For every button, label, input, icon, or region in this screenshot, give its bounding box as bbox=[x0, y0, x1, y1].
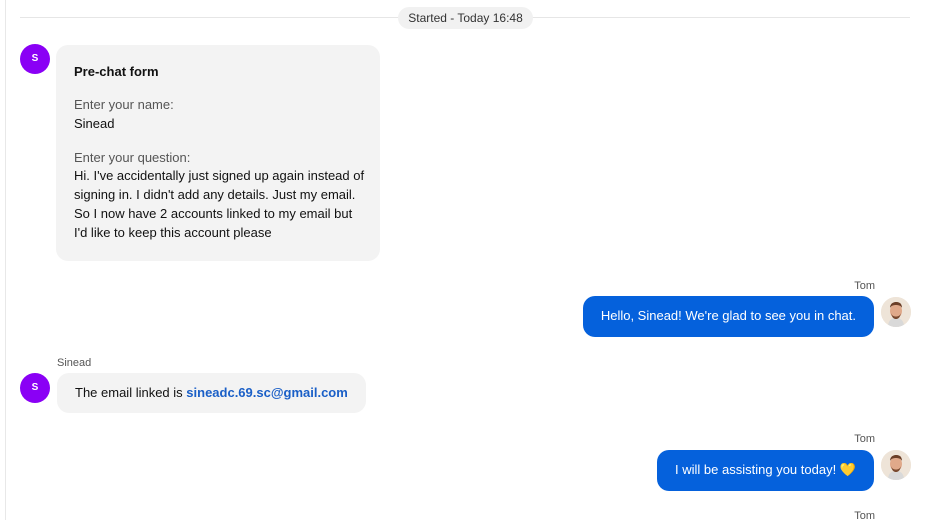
prechat-title: Pre-chat form bbox=[74, 64, 159, 79]
agent-message-bubble[interactable]: Hello, Sinead! We're glad to see you in … bbox=[582, 296, 874, 337]
agent-message-bubble[interactable]: I will be assisting you today! 💛 bbox=[657, 450, 874, 491]
message-sender: Tom bbox=[854, 510, 875, 522]
panel-border bbox=[5, 0, 6, 520]
session-started-label: Started - Today 16:48 bbox=[398, 7, 533, 29]
email-link[interactable]: sineadc.69.sc@gmail.com bbox=[186, 385, 348, 400]
visitor-message-bubble: The email linked is sineadc.69.sc@gmail.… bbox=[57, 373, 366, 413]
message-text: Hello, Sinead! We're glad to see you in … bbox=[600, 308, 856, 323]
name-value: Sinead bbox=[74, 116, 115, 131]
visitor-avatar: S bbox=[20, 44, 50, 74]
message-sender: Tom bbox=[854, 280, 875, 292]
prechat-form-bubble: Pre-chat form Enter your name: Sinead En… bbox=[56, 45, 380, 261]
question-value: Hi. I've accidentally just signed up aga… bbox=[74, 168, 365, 240]
message-sender: Tom bbox=[854, 433, 875, 445]
heart-emoji-icon: 💛 bbox=[839, 462, 856, 477]
agent-avatar bbox=[881, 450, 911, 480]
name-label: Enter your name: bbox=[74, 97, 174, 112]
visitor-avatar: S bbox=[20, 373, 50, 403]
message-text: The email linked is bbox=[75, 385, 187, 400]
message-sender: Sinead bbox=[57, 357, 92, 369]
question-label: Enter your question: bbox=[74, 150, 191, 165]
agent-avatar bbox=[881, 297, 911, 327]
session-divider: Started - Today 16:48 bbox=[20, 0, 910, 34]
agent-photo-icon bbox=[881, 297, 911, 327]
message-text: I will be assisting you today! bbox=[675, 462, 837, 477]
agent-photo-icon bbox=[881, 450, 911, 480]
